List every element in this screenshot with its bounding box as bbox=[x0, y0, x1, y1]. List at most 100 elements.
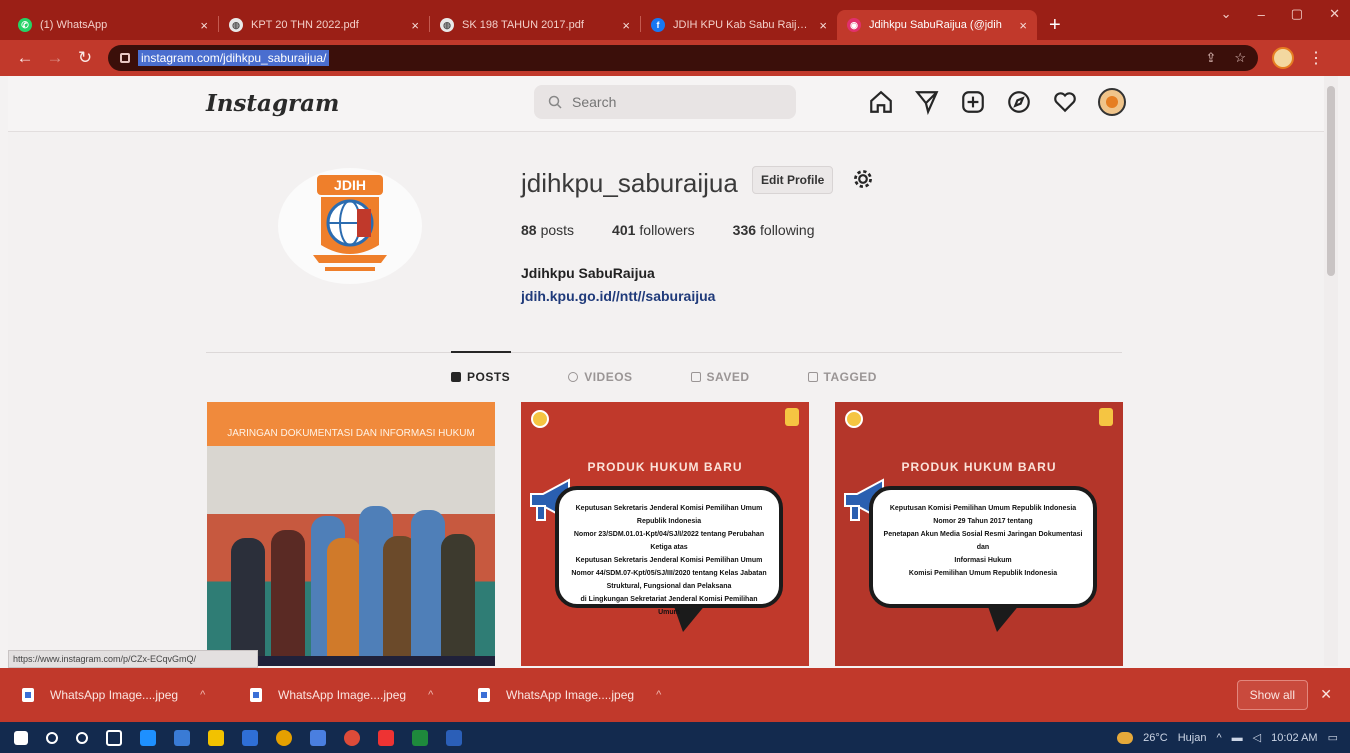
search-box[interactable] bbox=[534, 85, 796, 119]
word-icon[interactable] bbox=[446, 729, 462, 746]
edge-icon[interactable] bbox=[140, 729, 156, 746]
download-item[interactable]: WhatsApp Image....jpeg ^ bbox=[22, 688, 250, 702]
close-tab-icon[interactable]: × bbox=[1019, 18, 1027, 33]
tab-saved[interactable]: SAVED bbox=[690, 370, 750, 384]
excel-icon[interactable] bbox=[412, 729, 428, 746]
heart-activity-icon[interactable] bbox=[1052, 89, 1078, 115]
whatsapp-icon: ✆ bbox=[18, 18, 32, 32]
instagram-icon: ◉ bbox=[847, 18, 861, 32]
close-tab-icon[interactable]: × bbox=[622, 18, 630, 33]
page-scrollbar[interactable] bbox=[1324, 76, 1338, 666]
settings-gear-icon[interactable] bbox=[850, 166, 876, 192]
forward-arrow-icon[interactable]: → bbox=[40, 48, 70, 68]
post-thumbnail[interactable]: JARINGAN DOKUMENTASI DAN INFORMASI HUKUM bbox=[207, 402, 495, 666]
download-filename: WhatsApp Image....jpeg bbox=[50, 688, 179, 702]
profile-bio-link[interactable]: jdih.kpu.go.id//ntt//saburaijua bbox=[521, 288, 715, 304]
tab-kpt-pdf[interactable]: ◍ KPT 20 THN 2022.pdf × bbox=[219, 10, 429, 40]
tag-person-icon bbox=[807, 372, 818, 382]
direct-message-icon[interactable] bbox=[914, 89, 940, 115]
edit-profile-button[interactable]: Edit Profile bbox=[752, 166, 834, 194]
following-count: 336 bbox=[732, 222, 757, 238]
close-tab-icon[interactable]: × bbox=[411, 18, 419, 33]
tab-title: KPT 20 THN 2022.pdf bbox=[251, 19, 359, 31]
download-item[interactable]: WhatsApp Image....jpeg ^ bbox=[478, 688, 706, 702]
close-window-icon[interactable]: ✕ bbox=[1329, 6, 1340, 22]
post-text-line: Nomor 29 Tahun 2017 tentang bbox=[933, 518, 1033, 525]
instagram-logo[interactable]: Instagram bbox=[206, 90, 339, 117]
start-windows-icon[interactable] bbox=[14, 730, 28, 745]
new-post-icon[interactable] bbox=[960, 89, 986, 115]
tab-facebook[interactable]: f JDIH KPU Kab Sabu Raijua | × bbox=[641, 10, 837, 40]
following-stat[interactable]: 336 following bbox=[733, 222, 815, 238]
network-icon[interactable]: ▬ bbox=[1232, 732, 1243, 744]
posts-stat[interactable]: 88 posts bbox=[521, 222, 574, 238]
tray-chevron-icon[interactable]: ^ bbox=[1216, 732, 1221, 744]
tabs-divider bbox=[206, 352, 1122, 353]
volume-icon[interactable]: ◁ bbox=[1253, 731, 1261, 744]
show-all-button[interactable]: Show all bbox=[1236, 680, 1308, 710]
search-input[interactable] bbox=[572, 94, 772, 110]
scrollbar-thumb[interactable] bbox=[1327, 86, 1335, 276]
post-text-line: Keputusan Sekretaris Jenderal Komisi Pem… bbox=[575, 505, 763, 525]
pdf-reader-icon[interactable] bbox=[378, 729, 394, 746]
tab-whatsapp[interactable]: ✆ (1) WhatsApp × bbox=[8, 10, 218, 40]
chrome-icon[interactable] bbox=[276, 729, 292, 746]
explore-compass-icon[interactable] bbox=[1006, 89, 1032, 115]
share-icon[interactable]: ⇪ bbox=[1205, 50, 1216, 66]
followers-stat[interactable]: 401 followers bbox=[612, 222, 695, 238]
clock[interactable]: 10:02 AM bbox=[1271, 732, 1317, 744]
post-thumbnail[interactable]: PRODUK HUKUM BARU Keputusan Sekretaris J… bbox=[521, 402, 809, 666]
url-text[interactable]: instagram.com/jdihkpu_saburaijua/ bbox=[138, 50, 330, 66]
task-view-icon[interactable] bbox=[106, 729, 122, 746]
chrome-icon[interactable] bbox=[344, 729, 360, 746]
tab-label: VIDEOS bbox=[584, 370, 633, 384]
weather-desc[interactable]: Hujan bbox=[1178, 732, 1207, 744]
menu-kebab-icon[interactable]: ⋮ bbox=[1308, 48, 1324, 68]
avatar-dot bbox=[1106, 96, 1118, 108]
chevron-up-icon[interactable]: ^ bbox=[428, 689, 433, 701]
file-explorer-icon[interactable] bbox=[208, 729, 224, 746]
nav-profile-avatar[interactable] bbox=[1098, 88, 1126, 116]
browser-profile-avatar[interactable] bbox=[1272, 47, 1294, 69]
kpu-header bbox=[531, 410, 549, 428]
post-thumbnail[interactable]: PRODUK HUKUM BARU Keputusan Komisi Pemil… bbox=[835, 402, 1123, 666]
close-tab-icon[interactable]: × bbox=[819, 18, 827, 33]
close-tab-icon[interactable]: × bbox=[200, 18, 208, 33]
back-arrow-icon[interactable]: ← bbox=[10, 48, 40, 68]
reload-icon[interactable]: ↻ bbox=[70, 48, 100, 68]
home-icon[interactable] bbox=[868, 89, 894, 115]
tab-instagram[interactable]: ◉ Jdihkpu SabuRaijua (@jdih × bbox=[837, 10, 1037, 40]
close-downloads-icon[interactable]: ✕ bbox=[1320, 686, 1332, 703]
download-filename: WhatsApp Image....jpeg bbox=[506, 688, 635, 702]
profile-avatar[interactable]: JDIH bbox=[278, 168, 422, 284]
notification-icon[interactable]: ▭ bbox=[1328, 731, 1338, 744]
instagram-header: Instagram bbox=[8, 76, 1324, 132]
chevron-up-icon[interactable]: ^ bbox=[656, 689, 661, 701]
maximize-icon[interactable]: ▢ bbox=[1291, 6, 1303, 22]
tab-posts[interactable]: POSTS bbox=[451, 370, 510, 384]
tab-search-icon[interactable]: ⌄ bbox=[1221, 6, 1232, 22]
profile-stats: 88 posts 401 followers 336 following bbox=[521, 222, 815, 238]
mail-icon[interactable] bbox=[242, 729, 258, 746]
tab-tagged[interactable]: TAGGED bbox=[807, 370, 877, 384]
weather-icon[interactable] bbox=[1117, 731, 1134, 744]
lock-icon[interactable] bbox=[120, 53, 130, 63]
system-tray: 26°C Hujan ^ ▬ ◁ 10:02 AM ▭ bbox=[1117, 722, 1338, 753]
omnibox[interactable]: instagram.com/jdihkpu_saburaijua/ ⇪ ☆ bbox=[108, 45, 1258, 71]
post-text-line: Keputusan Komisi Pemilihan Umum Republik… bbox=[889, 505, 1077, 512]
weather-temp[interactable]: 26°C bbox=[1143, 732, 1168, 744]
download-item[interactable]: WhatsApp Image....jpeg ^ bbox=[250, 688, 478, 702]
tab-videos[interactable]: VIDEOS bbox=[568, 370, 632, 384]
minimize-icon[interactable]: – bbox=[1258, 7, 1265, 22]
bookmark-star-icon[interactable]: ☆ bbox=[1234, 50, 1246, 66]
speech-bubble: Keputusan Sekretaris Jenderal Komisi Pem… bbox=[555, 486, 783, 616]
tab-sk-pdf[interactable]: ◍ SK 198 TAHUN 2017.pdf × bbox=[430, 10, 640, 40]
app-icon[interactable] bbox=[310, 729, 326, 746]
search-icon[interactable] bbox=[46, 731, 58, 744]
chevron-up-icon[interactable]: ^ bbox=[200, 689, 205, 701]
app-icon[interactable] bbox=[174, 729, 190, 746]
cortana-icon[interactable] bbox=[76, 731, 88, 744]
new-tab-button[interactable]: + bbox=[1049, 10, 1061, 40]
windows-taskbar: 26°C Hujan ^ ▬ ◁ 10:02 AM ▭ bbox=[0, 722, 1350, 753]
tab-title: JDIH KPU Kab Sabu Raijua | bbox=[673, 19, 814, 31]
